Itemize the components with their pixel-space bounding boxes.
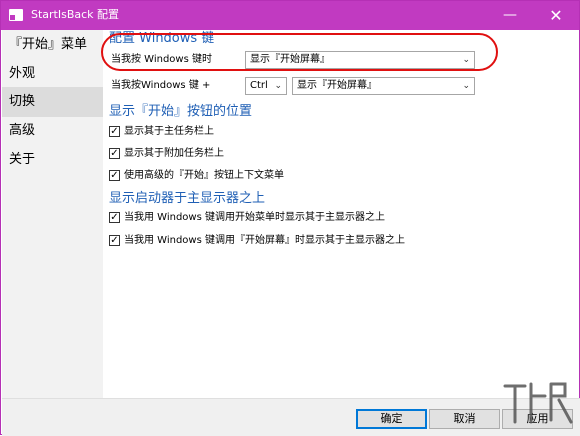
windows-key-combo-action-value: 显示『开始屏幕』 — [297, 80, 377, 91]
windows-key-combo-action-select[interactable]: 显示『开始屏幕』 ⌄ — [292, 77, 475, 95]
check-icon: ✓ — [109, 148, 120, 159]
sidebar-item-switch[interactable]: 切换 — [2, 87, 103, 117]
ok-button[interactable]: 确定 — [356, 409, 427, 429]
config-window: StartIsBack 配置 — ✕ 『开始』菜单 外观 切换 高级 关于 配置… — [0, 0, 580, 436]
sidebar-item-about[interactable]: 关于 — [2, 145, 103, 175]
checkbox-label: 显示其于附加任务栏上 — [124, 148, 224, 159]
windows-key-combo-label: 当我按Windows 键 + — [111, 80, 211, 91]
checkbox-label: 当我用 Windows 键调用开始菜单时显示其于主显示器之上 — [124, 212, 385, 223]
check-icon: ✓ — [109, 212, 120, 223]
modifier-key-value: Ctrl — [250, 80, 268, 91]
sidebar-item-start-menu[interactable]: 『开始』菜单 — [2, 30, 103, 60]
minimize-button[interactable]: — — [487, 1, 533, 30]
watermark-logo — [503, 382, 573, 424]
dialog-footer: 确定 取消 应用 — [2, 398, 580, 436]
section-title-launcher: 显示启动器于主显示器之上 — [109, 191, 266, 206]
chevron-down-icon: ⌄ — [462, 81, 470, 91]
checkbox-label: 显示其于主任务栏上 — [124, 126, 214, 137]
title-bar[interactable]: StartIsBack 配置 — ✕ — [1, 1, 579, 30]
section-title-start-button: 显示『开始』按钮的位置 — [109, 104, 253, 119]
sidebar: 『开始』菜单 外观 切换 高级 关于 — [2, 30, 103, 435]
highlight-annotation — [101, 33, 498, 71]
app-icon — [9, 9, 23, 21]
sidebar-item-appearance[interactable]: 外观 — [2, 59, 103, 89]
checkbox-label: 使用高级的『开始』按钮上下文菜单 — [124, 170, 284, 181]
chevron-down-icon: ⌄ — [274, 81, 282, 91]
checkbox-label: 当我用 Windows 键调用『开始屏幕』时显示其于主显示器之上 — [124, 235, 405, 246]
sidebar-item-advanced[interactable]: 高级 — [2, 116, 103, 146]
settings-panel: 配置 Windows 键 当我按 Windows 键时 显示『开始屏幕』 ⌄ 当… — [109, 30, 579, 400]
close-button[interactable]: ✕ — [533, 1, 579, 30]
cancel-button[interactable]: 取消 — [429, 409, 500, 429]
check-icon: ✓ — [109, 170, 120, 181]
window-title: StartIsBack 配置 — [31, 8, 120, 21]
modifier-key-select[interactable]: Ctrl ⌄ — [245, 77, 287, 95]
check-icon: ✓ — [109, 235, 120, 246]
check-icon: ✓ — [109, 126, 120, 137]
